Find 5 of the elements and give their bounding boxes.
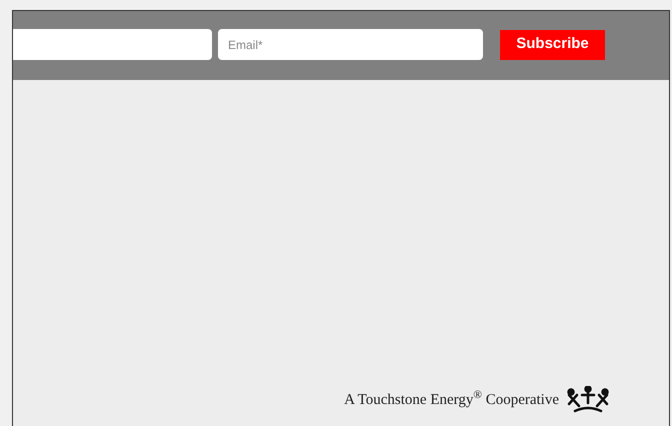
input-field[interactable]: Email* [218, 29, 483, 60]
figures-logo-icon [565, 386, 611, 414]
subscribe-button[interactable]: Subscribe [500, 30, 605, 60]
input-field[interactable] [13, 29, 212, 60]
tagline: A Touchstone Energy$^{®}$ Cooperative [344, 388, 559, 410]
